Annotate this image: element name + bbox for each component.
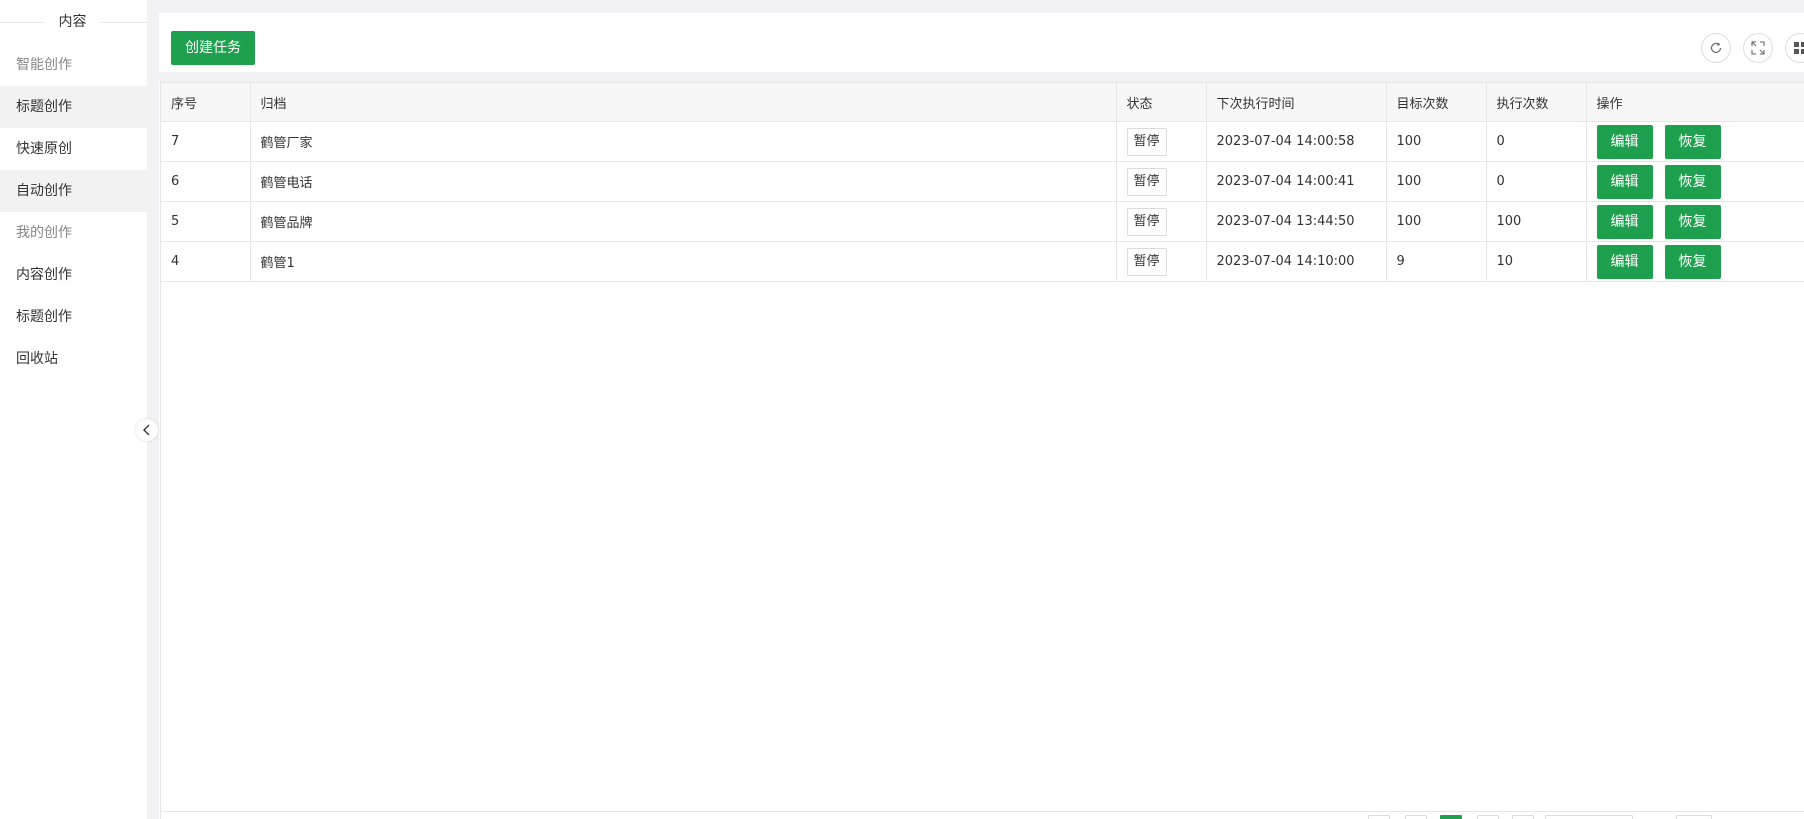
resume-button[interactable]: 恢复: [1664, 164, 1721, 199]
edit-button[interactable]: 编辑: [1596, 204, 1653, 239]
cell-archive: 鹤管品牌: [250, 201, 1117, 242]
sidebar-item-content-creation[interactable]: 内容创作: [0, 254, 147, 296]
cell-target-count: 100: [1386, 201, 1487, 242]
cell-index: 7: [161, 121, 251, 162]
divider-line: [101, 22, 147, 23]
table-footer-border: [161, 811, 1804, 812]
cell-archive: 鹤管厂家: [250, 121, 1117, 162]
sidebar-group-my-creation: 我的创作: [16, 225, 72, 241]
cell-archive: 鹤管电话: [250, 161, 1117, 202]
cell-target-count: 100: [1386, 121, 1487, 162]
cell-next-time: 2023-07-04 14:00:41: [1206, 161, 1387, 202]
cell-status: 暂停: [1116, 201, 1207, 242]
table-row: 6 鹤管电话 暂停 2023-07-04 14:00:41 100 0 编辑 恢复: [161, 161, 1804, 202]
pager-prev-button[interactable]: [1368, 815, 1390, 819]
divider-line: [0, 22, 44, 23]
header-actions: 操作: [1586, 82, 1804, 122]
cell-index: 6: [161, 161, 251, 202]
fullscreen-button[interactable]: [1743, 33, 1773, 63]
header-target-count[interactable]: 目标次数: [1386, 82, 1487, 122]
sidebar-gutter: [147, 0, 159, 819]
header-status[interactable]: 状态: [1116, 82, 1207, 122]
pager-jump-input[interactable]: [1676, 815, 1712, 819]
edit-button[interactable]: 编辑: [1596, 164, 1653, 199]
cell-executed-count: 10: [1486, 241, 1587, 282]
cell-index: 5: [161, 201, 251, 242]
pause-status-tag[interactable]: 暂停: [1126, 207, 1167, 236]
refresh-button[interactable]: [1701, 33, 1731, 63]
cell-status: 暂停: [1116, 161, 1207, 202]
pager-page-button[interactable]: [1477, 815, 1499, 819]
fullscreen-icon: [1751, 41, 1765, 55]
pager-current-page[interactable]: [1440, 815, 1462, 819]
pager-page-button[interactable]: [1405, 815, 1427, 819]
resume-button[interactable]: 恢复: [1664, 124, 1721, 159]
cell-actions: 编辑 恢复: [1586, 121, 1804, 162]
toolbar: [159, 13, 1804, 72]
header-executed-count[interactable]: 执行次数: [1486, 82, 1587, 122]
header-next-time[interactable]: 下次执行时间: [1206, 82, 1387, 122]
table-row: 5 鹤管品牌 暂停 2023-07-04 13:44:50 100 100 编辑…: [161, 201, 1804, 242]
sidebar-item-title-creation[interactable]: 标题创作: [0, 86, 147, 128]
sidebar-group-smart-creation: 智能创作: [16, 57, 72, 73]
cell-index: 4: [161, 241, 251, 282]
pause-status-tag[interactable]: 暂停: [1126, 167, 1167, 196]
cell-actions: 编辑 恢复: [1586, 161, 1804, 202]
sidebar-item-my-title-creation[interactable]: 标题创作: [0, 296, 147, 338]
table-header-row: 序号 归档 状态 下次执行时间 目标次数 执行次数 操作: [161, 82, 1804, 122]
table-row: 7 鹤管厂家 暂停 2023-07-04 14:00:58 100 0 编辑 恢复: [161, 121, 1804, 162]
task-table: 序号 归档 状态 下次执行时间 目标次数 执行次数 操作 7 鹤管厂家 暂停 2…: [161, 82, 1804, 282]
sidebar-item-recycle-bin[interactable]: 回收站: [0, 338, 147, 380]
toolbar-separator: [159, 72, 1804, 82]
columns-icon: [1794, 42, 1804, 54]
edit-button[interactable]: 编辑: [1596, 244, 1653, 279]
cell-executed-count: 0: [1486, 121, 1587, 162]
task-table-container: 序号 归档 状态 下次执行时间 目标次数 执行次数 操作 7 鹤管厂家 暂停 2…: [160, 82, 1804, 819]
cell-executed-count: 100: [1486, 201, 1587, 242]
sidebar-item-quick-original[interactable]: 快速原创: [0, 128, 147, 170]
chevron-left-icon: [143, 424, 150, 436]
table-row: 4 鹤管1 暂停 2023-07-04 14:10:00 9 10 编辑 恢复: [161, 241, 1804, 282]
cell-next-time: 2023-07-04 14:00:58: [1206, 121, 1387, 162]
sidebar: 内容 智能创作 标题创作 快速原创 自动创作 我的创作 内容创作 标题创作 回收…: [0, 0, 147, 819]
cell-target-count: 100: [1386, 161, 1487, 202]
header-archive[interactable]: 归档: [250, 82, 1117, 122]
top-strip: [147, 0, 1804, 13]
resume-button[interactable]: 恢复: [1664, 244, 1721, 279]
sidebar-section-title: 内容: [58, 14, 87, 30]
cell-archive: 鹤管1: [250, 241, 1117, 282]
pause-status-tag[interactable]: 暂停: [1126, 247, 1167, 276]
header-index[interactable]: 序号: [161, 82, 251, 122]
cell-status: 暂停: [1116, 241, 1207, 282]
sidebar-item-auto-creation[interactable]: 自动创作: [0, 170, 147, 212]
cell-next-time: 2023-07-04 13:44:50: [1206, 201, 1387, 242]
pause-status-tag[interactable]: 暂停: [1126, 127, 1167, 156]
refresh-icon: [1710, 42, 1722, 53]
create-task-button[interactable]: 创建任务: [171, 31, 255, 65]
cell-actions: 编辑 恢复: [1586, 201, 1804, 242]
cell-status: 暂停: [1116, 121, 1207, 162]
pager-next-button[interactable]: [1512, 815, 1534, 819]
app-root: 内容 智能创作 标题创作 快速原创 自动创作 我的创作 内容创作 标题创作 回收…: [0, 0, 1804, 819]
resume-button[interactable]: 恢复: [1664, 204, 1721, 239]
cell-next-time: 2023-07-04 14:10:00: [1206, 241, 1387, 282]
cell-target-count: 9: [1386, 241, 1487, 282]
cell-executed-count: 0: [1486, 161, 1587, 202]
sidebar-section-header: 内容: [0, 12, 147, 32]
edit-button[interactable]: 编辑: [1596, 124, 1653, 159]
cell-actions: 编辑 恢复: [1586, 241, 1804, 282]
pager-size-select[interactable]: [1545, 815, 1633, 819]
sidebar-collapse-button[interactable]: [136, 419, 158, 441]
